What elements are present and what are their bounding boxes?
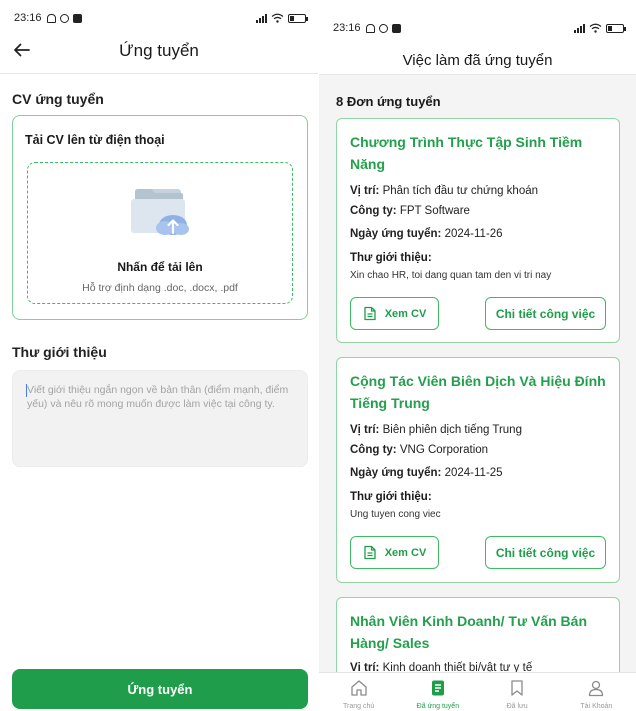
app-icon [72, 13, 82, 23]
document-icon [364, 306, 376, 321]
app-header: Ứng tuyển [0, 30, 318, 74]
status-bar: 23:16 [14, 10, 308, 26]
job-date-row: Ngày ứng tuyển: 2024-11-25 [350, 467, 503, 479]
upload-label: Tải CV lên từ điện thoại [25, 133, 165, 147]
battery-icon [288, 13, 308, 23]
job-title[interactable]: Cộng Tác Viên Biên Dịch Và Hiệu Đính Tiế… [350, 370, 610, 414]
status-bar: 23:16 [333, 20, 626, 36]
bookmark-icon [511, 680, 523, 696]
tab-saved[interactable]: Đã lưu [478, 673, 557, 711]
tab-label: Tài Khoản [580, 703, 613, 710]
wifi-icon [271, 13, 284, 23]
tab-account[interactable]: Tài Khoản [557, 673, 636, 711]
job-title[interactable]: Nhân Viên Kinh Doanh/ Tư Vấn Bán Hàng/ S… [350, 610, 610, 654]
intro-text: Xin chao HR, toi dang quan tam den vi tr… [350, 270, 552, 281]
document-icon [431, 680, 444, 696]
job-detail-button[interactable]: Chi tiết công việc [485, 536, 606, 569]
cover-letter-title: Thư giới thiệu [12, 344, 107, 360]
signal-icon [574, 23, 585, 33]
job-company-row: Công ty: VNG Corporation [350, 444, 489, 456]
alarm-icon [378, 23, 388, 33]
user-icon [589, 680, 604, 697]
cover-letter-box [12, 370, 308, 467]
page-title: Việc làm đã ứng tuyển [402, 52, 553, 69]
tab-label: Đã ứng tuyển [416, 703, 460, 710]
view-cv-label: Xem CV [384, 307, 427, 320]
battery-icon [606, 23, 626, 33]
document-icon [364, 545, 376, 560]
applied-jobs-screen: 23:16 Việc làm đã ứng tuyển 8 Đơn ứng tu… [319, 0, 636, 711]
signal-icon [256, 13, 267, 23]
job-card: Chương Trình Thực Tập Sinh Tiềm Năng Vị … [336, 118, 620, 343]
cover-letter-input[interactable] [27, 383, 295, 463]
job-date-row: Ngày ứng tuyển: 2024-11-26 [350, 228, 503, 240]
submit-application-button[interactable]: Ứng tuyển [12, 669, 308, 709]
status-time: 23:16 [14, 12, 42, 24]
intro-text: Ung tuyen cong viec [350, 509, 441, 520]
tab-label: Trang chủ [342, 703, 375, 710]
intro-label: Thư giới thiệu: [350, 252, 432, 264]
tab-home[interactable]: Trang chủ [319, 673, 398, 711]
application-count: 8 Đơn ứng tuyển [336, 94, 441, 109]
upload-action-text: Nhấn để tải lên [117, 260, 203, 274]
apply-screen: 23:16 Ứng tuyển CV ứng tuyển Tải CV lên … [0, 0, 318, 711]
bottom-tab-bar: Trang chủ Đã ứng tuyển Đã lưu Tài Khoản [319, 672, 636, 711]
view-cv-button[interactable]: Xem CV [350, 536, 439, 569]
tab-applied[interactable]: Đã ứng tuyển [398, 673, 477, 711]
wifi-icon [589, 23, 602, 33]
folder-upload-icon [131, 189, 189, 235]
job-detail-button[interactable]: Chi tiết công việc [485, 297, 606, 330]
notification-icon [365, 23, 375, 33]
cv-section-title: CV ứng tuyển [12, 91, 104, 107]
upload-dropzone[interactable]: Nhấn để tải lên Hỗ trợ định dạng .doc, .… [27, 162, 293, 304]
view-cv-button[interactable]: Xem CV [350, 297, 439, 330]
home-icon [350, 680, 367, 696]
job-position-row: Vị trí: Phân tích đầu tư chứng khoán [350, 185, 539, 197]
notification-icon [46, 13, 56, 23]
intro-label: Thư giới thiệu: [350, 491, 432, 503]
text-caret [26, 384, 27, 397]
job-title[interactable]: Chương Trình Thực Tập Sinh Tiềm Năng [350, 131, 610, 175]
app-icon [391, 23, 401, 33]
cv-upload-card: Tải CV lên từ điện thoại Nhấn để tải lên… [12, 115, 308, 320]
job-position-row: Vị trí: Biên phiên dịch tiếng Trung [350, 424, 522, 436]
app-header: Việc làm đã ứng tuyển [319, 30, 636, 75]
view-cv-label: Xem CV [384, 546, 427, 559]
upload-hint-text: Hỗ trợ định dạng .doc, .docx, .pdf [82, 282, 238, 294]
tab-label: Đã lưu [506, 703, 528, 710]
page-title: Ứng tuyển [119, 41, 199, 60]
job-card: Cộng Tác Viên Biên Dịch Và Hiệu Đính Tiế… [336, 357, 620, 583]
alarm-icon [59, 13, 69, 23]
job-company-row: Công ty: FPT Software [350, 205, 470, 217]
status-time: 23:16 [333, 22, 361, 34]
